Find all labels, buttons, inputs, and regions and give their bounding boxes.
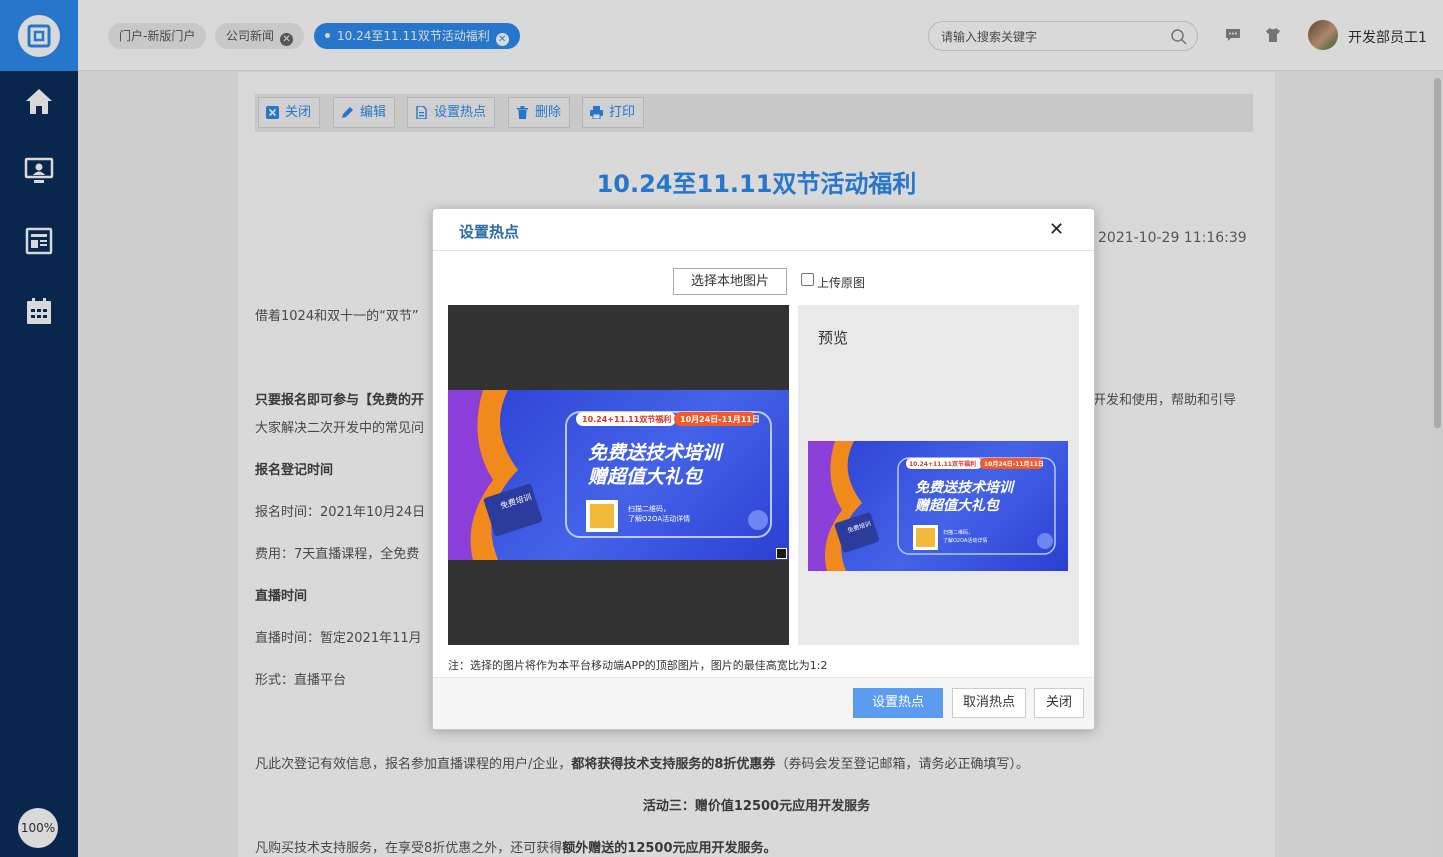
banner-tag-right: 10月24日-11月11日 <box>680 415 760 424</box>
dialog-title: 设置热点 <box>459 223 520 241</box>
preview-tag-right: 10月24日-11月11日 <box>984 461 1044 468</box>
cancel-hotspot-button[interactable]: 取消热点 <box>952 688 1026 718</box>
preview-headline-2: 赠超值大礼包 <box>915 498 999 514</box>
close-dialog-button[interactable]: 关闭 <box>1034 688 1084 718</box>
choose-local-image-button[interactable]: 选择本地图片 <box>673 268 787 295</box>
close-icon[interactable]: ✕ <box>1049 219 1064 240</box>
preview-label: 预览 <box>818 329 849 347</box>
upload-original-label: 上传原图 <box>817 276 866 290</box>
banner-qr-text-2: 了解O2OA活动详情 <box>628 515 691 523</box>
preview-headline-1: 免费送技术培训 <box>915 480 1013 496</box>
banner-tag-left: 10.24+11.11双节福利 <box>582 415 672 424</box>
image-crop-editor[interactable]: 10.24+11.11双节福利 10月24日-11月11日 免费送技术培训 赠超… <box>448 305 789 645</box>
dialog-header: 设置热点 ✕ <box>433 209 1094 251</box>
preview-banner-image: 10.24+11.11双节福利 10月24日-11月11日 免费送技术培训 赠超… <box>808 441 1068 571</box>
banner-qr-text-1: 扫描二维码， <box>628 505 670 513</box>
upload-original-checkbox[interactable] <box>801 273 814 286</box>
preview-panel: 预览 10.24+11.11双节福利 10月24日-11月11日 免费送技术培训… <box>798 305 1079 645</box>
preview-qr-text-2: 了解O2OA活动详情 <box>943 538 988 544</box>
preview-tag-left: 10.24+11.11双节福利 <box>909 461 976 468</box>
crop-resize-handle[interactable] <box>776 548 787 559</box>
preview-qr-text-1: 扫描二维码， <box>943 530 974 536</box>
dialog-footer: 设置热点 取消热点 关闭 <box>433 677 1094 729</box>
image-note: 注：选择的图片将作为本平台移动端APP的顶部图片，图片的最佳高宽比为1:2 <box>448 659 828 672</box>
banner-headline-2: 赠超值大礼包 <box>588 466 703 488</box>
banner-headline-1: 免费送技术培训 <box>588 442 722 464</box>
banner-image: 10.24+11.11双节福利 10月24日-11月11日 免费送技术培训 赠超… <box>448 390 789 560</box>
set-hotspot-confirm-button[interactable]: 设置热点 <box>853 688 943 718</box>
set-hotspot-dialog: 设置热点 ✕ 选择本地图片 上传原图 10.24+11.11双节福利 10月24… <box>432 208 1095 730</box>
